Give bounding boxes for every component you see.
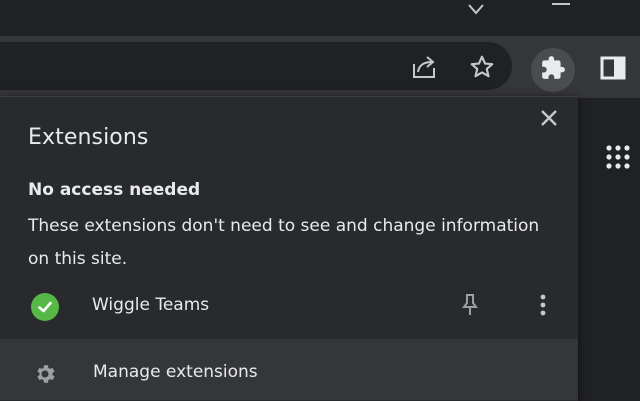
extension-name[interactable]: Wiggle Teams [92, 295, 209, 315]
extensions-puzzle-button[interactable] [531, 48, 575, 92]
close-icon [539, 108, 559, 132]
section-heading: No access needed [28, 180, 201, 200]
section-description: These extensions don't need to see and c… [28, 216, 540, 269]
side-panel-icon [600, 56, 626, 84]
tab-search-icon[interactable] [462, 0, 490, 22]
gear-icon [31, 360, 59, 388]
close-popup-button[interactable] [534, 105, 564, 135]
minimize-icon[interactable] [546, 0, 576, 22]
manage-extensions-label: Manage extensions [93, 362, 258, 382]
bookmark-star-icon[interactable] [468, 53, 496, 81]
pin-icon [461, 293, 479, 321]
more-vertical-icon [539, 293, 547, 321]
share-icon[interactable] [410, 53, 438, 81]
window-titlebar [0, 0, 640, 36]
side-panel-button[interactable] [598, 55, 628, 85]
popup-title: Extensions [28, 125, 149, 150]
pin-extension-button[interactable] [456, 293, 484, 321]
extension-row[interactable]: Wiggle Teams [0, 284, 578, 330]
apps-grid-icon[interactable] [605, 144, 635, 174]
puzzle-icon [540, 55, 566, 85]
manage-extensions-button[interactable]: Manage extensions [0, 339, 578, 400]
extension-more-button[interactable] [529, 293, 557, 321]
check-circle-icon [31, 293, 59, 321]
